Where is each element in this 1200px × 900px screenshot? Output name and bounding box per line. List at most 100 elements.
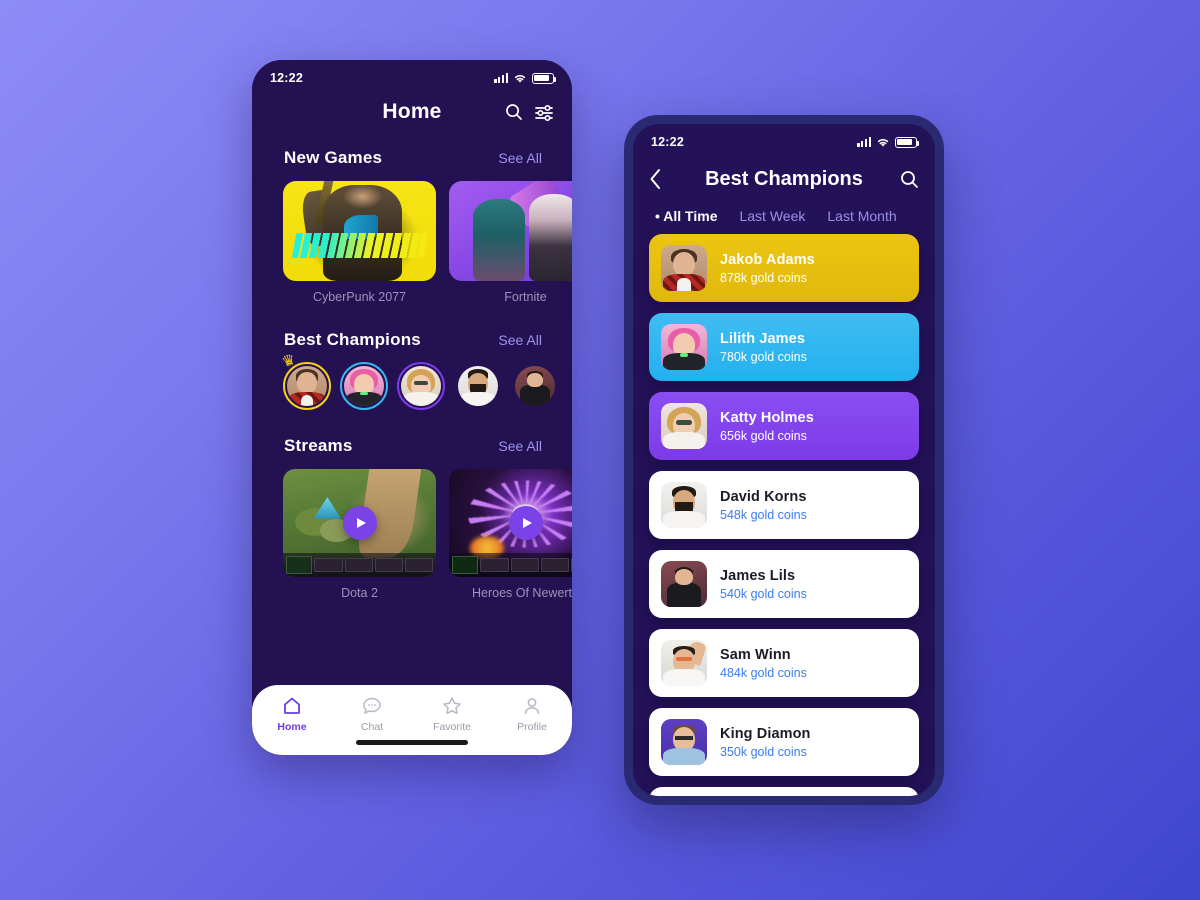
battery-icon [895,136,920,148]
star-icon [441,695,463,717]
game-card-label: CyberPunk 2077 [312,290,407,304]
tab-label: Home [277,721,307,733]
tab-chat[interactable]: Chat [332,695,412,733]
avatar [661,403,707,449]
bottom-tab-bar: Home Chat Favorite Profile [252,685,572,755]
play-icon[interactable] [508,506,543,540]
see-all-link-new-games[interactable]: See All [498,150,542,166]
section-header-streams: Streams See All [252,436,572,456]
stream-card-label: Dota 2 [341,586,378,600]
status-bar: 12:22 [633,124,935,154]
ranking-row-sam-winn[interactable]: Sam Winn 484k gold coins [649,629,919,697]
ranking-row-david-korns[interactable]: David Korns 548k gold coins [649,471,919,539]
phone-1-header: Home [252,90,572,134]
stream-thumbnail [283,469,436,577]
ranking-row-jakob-adams[interactable]: Jakob Adams 878k gold coins [649,234,919,302]
game-cover-art [449,181,572,281]
stream-card-hon[interactable]: Heroes Of Newerth [449,469,572,600]
champion-avatar-james[interactable] [511,362,559,410]
section-title: New Games [284,148,383,167]
avatar [661,245,707,291]
game-card-label: Fortnite [504,290,547,304]
player-name: Jakob Adams [720,251,815,268]
champion-avatar-katty[interactable] [397,362,445,410]
header-actions [505,103,554,121]
game-cover-art [283,181,436,281]
new-games-carousel[interactable]: CyberPunk 2077 Fortnite [252,181,572,304]
search-icon[interactable] [505,103,523,121]
tab-label: Profile [517,721,547,733]
home-indicator [356,740,468,745]
player-name: King Diamon [720,725,811,742]
see-all-link-best-champions[interactable]: See All [498,332,542,348]
player-coins: 780k gold coins [720,349,807,364]
game-card-cyberpunk[interactable]: CyberPunk 2077 [283,181,436,304]
section-header-new-games: New Games See All [252,148,572,168]
filter-last-month[interactable]: Last Month [827,208,896,224]
game-card-fortnite[interactable]: Fortnite [449,181,572,304]
ranking-row-james-lils[interactable]: James Lils 540k gold coins [649,550,919,618]
player-name: James Lils [720,567,796,584]
avatar [661,482,707,528]
player-coins: 656k gold coins [720,428,807,443]
phone-2-frame: 12:22 Best Champions All Time Last Week … [624,115,944,805]
champions-ranking-list[interactable]: Jakob Adams 878k gold coins Lilith James… [633,224,935,796]
filter-last-week[interactable]: Last Week [739,208,805,224]
champion-avatar-david[interactable] [454,362,502,410]
battery-icon [532,72,557,84]
status-bar: 12:22 [252,60,572,90]
avatar [661,561,707,607]
player-coins: 350k gold coins [720,744,807,759]
player-coins: 540k gold coins [720,586,807,601]
avatar [661,719,707,765]
player-coins: 878k gold coins [720,270,807,285]
player-coins: 548k gold coins [720,507,807,522]
signal-icon [494,73,508,83]
wifi-icon [513,73,527,84]
signal-icon [857,137,871,147]
player-name: David Korns [720,488,807,505]
filter-all-time[interactable]: All Time [655,208,717,224]
section-title: Streams [284,436,353,455]
streams-carousel[interactable]: Dota 2 Heroes Of Newerth [252,469,572,600]
play-icon[interactable] [342,506,377,540]
champion-avatar-lilith[interactable] [340,362,388,410]
page-title: Home [382,100,442,123]
time-filter-tabs[interactable]: All Time Last Week Last Month [633,200,935,224]
champion-avatar-sam[interactable] [568,362,572,410]
stream-card-dota[interactable]: Dota 2 [283,469,436,600]
champion-avatar-jakob[interactable]: ♛ [280,351,331,410]
ranking-row-partial[interactable] [649,787,919,796]
player-name: Katty Holmes [720,409,814,426]
avatar [661,324,707,370]
player-name: Sam Winn [720,646,791,663]
player-name: Lilith James [720,330,806,347]
status-time: 12:22 [270,71,303,85]
tab-label: Chat [360,721,384,733]
phone-2-header: Best Champions [633,154,935,200]
ranking-row-lilith-james[interactable]: Lilith James 780k gold coins [649,313,919,381]
search-icon[interactable] [900,170,919,189]
filter-sliders-icon[interactable] [535,104,554,121]
status-time: 12:22 [651,135,684,149]
tab-favorite[interactable]: Favorite [412,695,492,733]
section-title: Best Champions [284,330,421,349]
tab-label: Favorite [433,721,471,733]
phone-1-screen: 12:22 Home New Games See All CyberPunk 2… [252,60,572,755]
stream-thumbnail [449,469,572,577]
tab-home[interactable]: Home [252,695,332,733]
see-all-link-streams[interactable]: See All [498,438,542,454]
person-icon [521,695,543,717]
section-header-best-champions: Best Champions See All [252,330,572,350]
chevron-left-icon[interactable] [649,168,662,190]
avatar [661,640,707,686]
phone-1-frame: 12:22 Home New Games See All CyberPunk 2… [252,60,572,755]
home-icon [281,695,303,717]
champions-avatar-row[interactable]: ♛ [252,351,572,410]
tab-profile[interactable]: Profile [492,695,572,733]
page-title: Best Champions [705,167,863,190]
ranking-row-king-diamon[interactable]: King Diamon 350k gold coins [649,708,919,776]
phone-2-screen: 12:22 Best Champions All Time Last Week … [633,124,935,796]
status-icons [857,136,920,148]
ranking-row-katty-holmes[interactable]: Katty Holmes 656k gold coins [649,392,919,460]
